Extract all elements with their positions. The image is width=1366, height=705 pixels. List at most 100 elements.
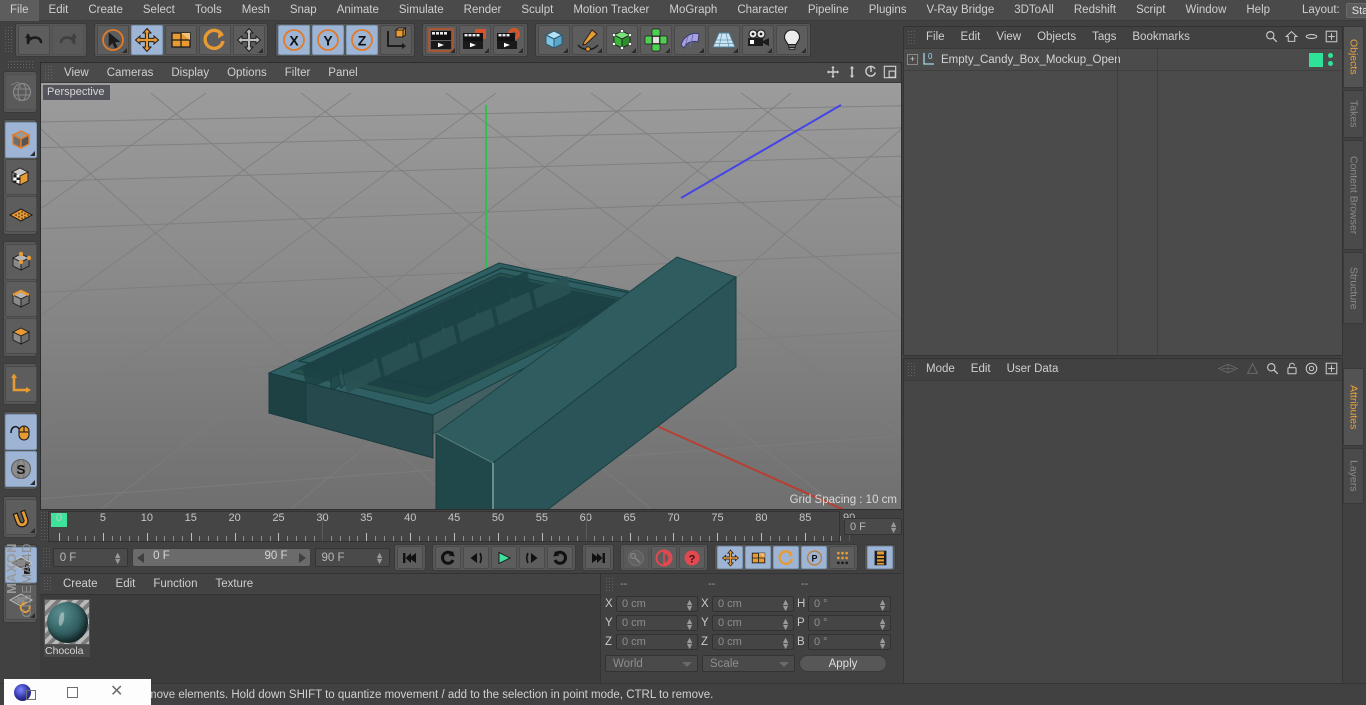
keyframe-selection-button[interactable]: ? [679,546,705,569]
menu-help[interactable]: Help [1236,0,1280,21]
render-view-button[interactable] [425,25,457,55]
play-loop-button[interactable] [547,546,573,569]
menu-create[interactable]: Create [78,0,133,21]
attribute-manager-grip[interactable] [907,362,916,378]
object-manager-tree[interactable]: + 0 Empty_Candy_Box_Mockup_Open [904,48,1342,355]
add-nurbs-button[interactable] [606,25,638,55]
object-tag-swatch[interactable] [1309,53,1323,67]
playbar-grip[interactable] [42,547,50,569]
menu-render[interactable]: Render [454,0,512,21]
spinner-icon[interactable]: ▲▼ [685,618,694,630]
play-forward-button[interactable] [491,546,517,569]
viewport-3d-canvas[interactable]: Perspective Grid Spacing : 10 cm [41,83,901,509]
interface-icon[interactable] [1217,362,1239,375]
material-menu-create[interactable]: Create [54,574,107,594]
add-array-button[interactable] [640,25,672,55]
viewport-menu-options[interactable]: Options [218,63,276,83]
object-visibility-dots[interactable] [1328,53,1334,66]
coord-input-pos-z[interactable]: 0 cm ▲▼ [616,634,698,650]
undo-button[interactable] [18,25,50,55]
tab-layers[interactable]: Layers [1343,448,1364,504]
object-manager-grip[interactable] [907,30,916,46]
tab-takes[interactable]: Takes [1343,90,1364,138]
tab-attributes[interactable]: Attributes [1343,368,1364,446]
coord-input-rot-p[interactable]: 0 ° ▲▼ [808,615,891,631]
spinner-icon[interactable]: ▲▼ [781,618,790,630]
viewport-menu-cameras[interactable]: Cameras [98,63,163,83]
viewport-grip[interactable] [44,65,53,81]
menu-vray-bridge[interactable]: V-Ray Bridge [916,0,1004,21]
coord-input-rot-h[interactable]: 0 ° ▲▼ [808,596,891,612]
menu-character[interactable]: Character [727,0,798,21]
preview-range-slider[interactable]: 0 F 90 F [132,548,310,567]
record-active-objects-button[interactable] [623,546,649,569]
spinner-icon[interactable]: ▲▼ [878,618,887,630]
add-deformer-button[interactable] [674,25,706,55]
position-key-button[interactable] [717,546,743,569]
coord-input-size-z[interactable]: 0 cm ▲▼ [712,634,794,650]
material-preview-thumbnail[interactable] [44,599,90,645]
add-spline-button[interactable] [572,25,604,55]
menu-mesh[interactable]: Mesh [232,0,280,21]
move-camera-icon[interactable] [826,65,840,79]
menu-animate[interactable]: Animate [327,0,389,21]
menu-pipeline[interactable]: Pipeline [798,0,859,21]
left-palette-grip[interactable] [7,60,33,68]
tab-content-browser[interactable]: Content Browser [1343,140,1364,250]
previous-frame-button[interactable] [463,546,489,569]
y-axis-lock[interactable]: Y [312,25,344,55]
edges-mode-button[interactable] [5,281,37,317]
add-light-button[interactable] [776,25,808,55]
object-menu-file[interactable]: File [918,27,953,48]
workplane-mode-button[interactable] [5,196,37,232]
points-mode-button[interactable] [5,244,37,280]
search-icon[interactable] [1266,362,1279,375]
menu-simulate[interactable]: Simulate [389,0,454,21]
range-right-arrow-icon[interactable] [299,553,306,563]
play-backwards-button[interactable] [435,546,461,569]
scale-tool[interactable] [165,25,197,55]
menu-plugins[interactable]: Plugins [859,0,917,21]
spinner-icon[interactable]: ▲▼ [889,521,898,533]
object-menu-view[interactable]: View [988,27,1029,48]
end-frame-field[interactable]: 90 F ▲▼ [315,548,390,567]
add-cube-button[interactable] [538,25,570,55]
texture-mode-button[interactable] [5,159,37,195]
maximize-icon[interactable] [67,687,78,698]
object-menu-edit[interactable]: Edit [953,27,989,48]
close-icon[interactable]: ✕ [110,684,123,700]
attribute-menu-edit[interactable]: Edit [963,359,999,380]
menu-script[interactable]: Script [1126,0,1175,21]
coord-input-pos-y[interactable]: 0 cm ▲▼ [616,615,698,631]
menu-edit[interactable]: Edit [39,0,79,21]
material-item[interactable]: Chocola [44,599,94,657]
object-menu-bookmarks[interactable]: Bookmarks [1124,27,1198,48]
material-menu-edit[interactable]: Edit [107,574,145,594]
magnet-tool-button[interactable] [5,499,37,535]
menu-snap[interactable]: Snap [280,0,327,21]
add-layer-icon[interactable] [1325,30,1338,43]
timeline-grip[interactable] [40,511,48,542]
go-to-start-button[interactable] [397,546,423,569]
range-left-arrow-icon[interactable] [137,553,144,563]
eye-icon[interactable] [1305,30,1318,43]
coord-input-rot-b[interactable]: 0 ° ▲▼ [808,634,891,650]
coord-input-pos-x[interactable]: 0 cm ▲▼ [616,596,698,612]
material-manager-body[interactable]: Chocola [40,594,600,686]
point-level-animation-button[interactable] [829,546,855,569]
timeline-track[interactable]: 051015202530354045505560657075808590 [48,511,840,542]
move-tool[interactable] [131,25,163,55]
pan-camera-icon[interactable] [845,65,859,79]
polygons-mode-button[interactable] [5,318,37,354]
coordinate-system-select[interactable]: World [605,655,698,672]
object-row[interactable]: + 0 Empty_Candy_Box_Mockup_Open [904,49,1342,70]
triangle-icon[interactable] [1246,362,1259,375]
rotate-camera-icon[interactable] [864,65,878,79]
viewport-menu-view[interactable]: View [55,63,98,83]
restore-icon[interactable] [26,690,36,700]
spinner-icon[interactable]: ▲▼ [781,599,790,611]
rotate-tool[interactable] [199,25,231,55]
menu-redshift[interactable]: Redshift [1064,0,1126,21]
z-axis-lock[interactable]: Z [346,25,378,55]
viewport-menu-display[interactable]: Display [162,63,218,83]
